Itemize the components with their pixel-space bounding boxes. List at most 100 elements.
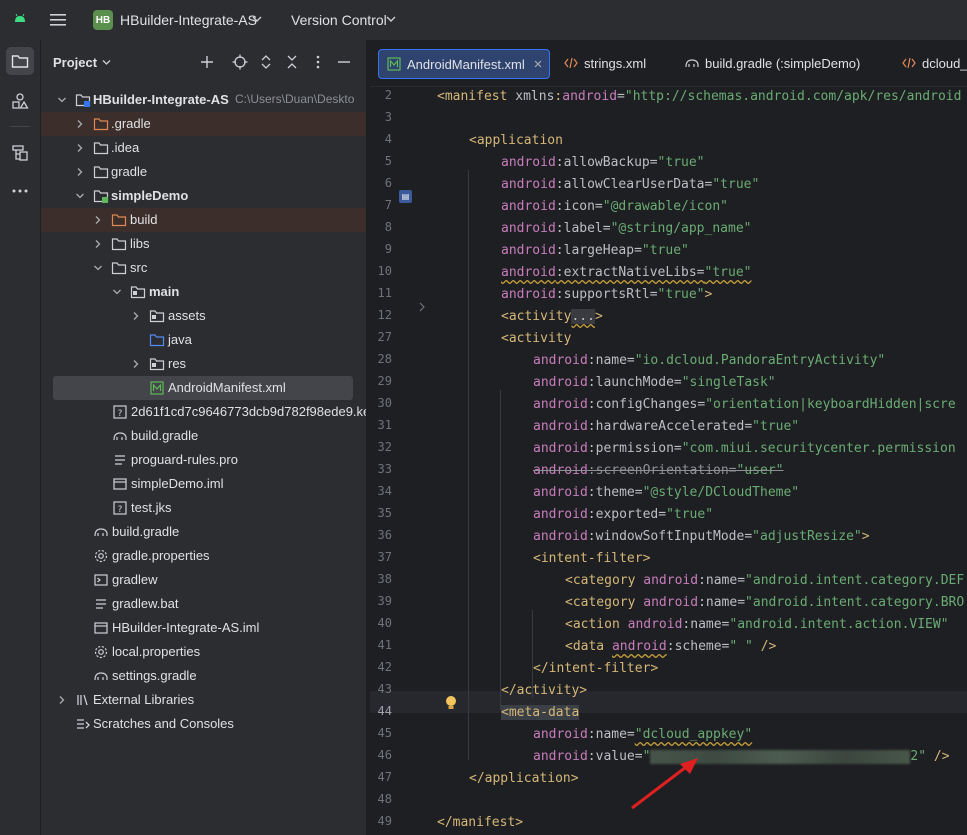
version-control-menu[interactable]: Version Control xyxy=(291,12,387,28)
android-resource-marker[interactable]: ▤ xyxy=(399,190,412,203)
chevron-down-icon[interactable] xyxy=(57,95,67,105)
code-line: <activity...> xyxy=(501,309,603,324)
tree-item-label: .idea xyxy=(111,140,140,155)
tree-item-gradle[interactable]: gradle xyxy=(41,160,366,184)
indent-guide xyxy=(500,390,501,710)
resource-folder-icon xyxy=(149,358,165,371)
expand-all-icon[interactable] xyxy=(258,54,274,70)
project-tool-button[interactable] xyxy=(6,47,34,75)
tree-item-libs[interactable]: libs xyxy=(41,232,366,256)
tree-item-label: test.jks xyxy=(131,500,172,515)
structure-tool-button[interactable] xyxy=(6,139,34,167)
code-line: <activity xyxy=(501,331,572,346)
tree-item-assets[interactable]: assets xyxy=(41,304,366,328)
chevron-right-icon[interactable] xyxy=(75,143,85,153)
code-editor[interactable]: AndroidManifest.xml strings.xml build.gr… xyxy=(370,40,967,835)
code-line: <application xyxy=(469,133,563,148)
gradle-elephant-icon xyxy=(94,528,108,537)
code-line: android:label="@string/app_name" xyxy=(501,221,752,236)
tab-build-gradle[interactable]: build.gradle (:simpleDemo) xyxy=(677,49,860,77)
line-number: 12 xyxy=(377,308,392,322)
tool-window-strip xyxy=(0,40,41,835)
chevron-down-icon[interactable] xyxy=(102,59,111,66)
more-horizontal-icon xyxy=(12,189,28,193)
tree-item-settings-gradle[interactable]: settings.gradle xyxy=(41,664,366,688)
project-name[interactable]: HBuilder-Integrate-AS xyxy=(120,12,257,28)
chevron-right-icon[interactable] xyxy=(131,311,141,321)
tree-item-build[interactable]: build xyxy=(41,208,366,232)
chevron-right-icon[interactable] xyxy=(131,359,141,369)
tree-item-module-build-gradle[interactable]: build.gradle xyxy=(41,424,366,448)
tab-dcloud[interactable]: dcloud_ xyxy=(894,49,967,77)
scratches-icon xyxy=(77,719,90,729)
line-number: 29 xyxy=(377,374,392,388)
tree-item-test-jks[interactable]: ? test.jks xyxy=(41,496,366,520)
lightbulb-icon[interactable] xyxy=(444,695,458,711)
tree-item-idea[interactable]: .idea xyxy=(41,136,366,160)
line-number: 48 xyxy=(377,792,392,806)
chevron-down-icon[interactable] xyxy=(386,15,396,23)
tree-item-java[interactable]: java xyxy=(41,328,366,352)
tree-item-gradlew[interactable]: gradlew xyxy=(41,568,366,592)
minimize-icon[interactable] xyxy=(336,54,352,70)
tree-item-gradle-properties[interactable]: gradle.properties xyxy=(41,544,366,568)
add-icon[interactable] xyxy=(199,54,215,70)
source-set-folder-icon xyxy=(130,286,146,299)
line-number: 8 xyxy=(384,220,392,234)
tree-item-scratches[interactable]: Scratches and Consoles xyxy=(41,712,366,736)
tree-item-main[interactable]: main xyxy=(41,280,366,304)
collapse-all-icon[interactable] xyxy=(284,54,300,70)
options-vertical-icon[interactable] xyxy=(310,54,326,70)
tree-item-label: settings.gradle xyxy=(112,668,197,683)
tab-strings-xml[interactable]: strings.xml xyxy=(556,49,646,77)
chevron-down-icon[interactable] xyxy=(252,15,262,23)
chevron-down-icon[interactable] xyxy=(112,287,122,297)
fold-chevron-right-icon[interactable] xyxy=(418,302,426,312)
line-number: 45 xyxy=(377,726,392,740)
tree-item-res[interactable]: res xyxy=(41,352,366,376)
tree-item-root-build-gradle[interactable]: build.gradle xyxy=(41,520,366,544)
code-line: <data android:scheme=" " /> xyxy=(565,639,777,654)
chevron-right-icon[interactable] xyxy=(75,167,85,177)
line-number: 27 xyxy=(377,330,392,344)
chevron-right-icon[interactable] xyxy=(57,695,67,705)
tree-item-gradlew-bat[interactable]: gradlew.bat xyxy=(41,592,366,616)
code-line: <intent-filter> xyxy=(533,551,651,566)
resource-manager-button[interactable] xyxy=(6,87,34,115)
iml-file-icon xyxy=(113,478,127,490)
code-line: android:allowBackup="true" xyxy=(501,155,705,170)
chevron-right-icon[interactable] xyxy=(93,215,103,225)
iml-file-icon xyxy=(94,622,108,634)
tree-item-proguard[interactable]: proguard-rules.pro xyxy=(41,448,366,472)
tree-item-androidmanifest[interactable]: AndroidManifest.xml xyxy=(53,376,353,400)
tree-item-local-properties[interactable]: local.properties xyxy=(41,640,366,664)
tree-item-simpledemo-iml[interactable]: simpleDemo.iml xyxy=(41,472,366,496)
close-icon[interactable] xyxy=(533,59,543,69)
code-token: "true" xyxy=(712,177,760,192)
code-line: </intent-filter> xyxy=(533,661,659,676)
chevron-down-icon[interactable] xyxy=(75,191,85,201)
tree-item-label: Scratches and Consoles xyxy=(93,716,234,731)
line-number: 42 xyxy=(377,660,392,674)
chevron-right-icon[interactable] xyxy=(75,119,85,129)
project-panel-title[interactable]: Project xyxy=(53,55,97,70)
locate-icon[interactable] xyxy=(232,54,248,70)
tree-item-key-file[interactable]: ? 2d61f1cd7c9646773dcb9d782f98ede9.ke xyxy=(41,400,370,424)
main-menu-icon[interactable] xyxy=(49,12,67,28)
tree-item-path: C:\Users\Duan\Deskto xyxy=(235,92,355,106)
tree-item-root[interactable]: HBuilder-Integrate-AS C:\Users\Duan\Desk… xyxy=(41,88,366,112)
tree-item-label: main xyxy=(149,284,180,299)
chevron-down-icon[interactable] xyxy=(93,263,103,273)
tree-item-src[interactable]: src xyxy=(41,256,366,280)
line-number: 38 xyxy=(377,572,392,586)
code-line: </application> xyxy=(469,771,579,786)
project-badge[interactable]: HB xyxy=(93,10,113,30)
line-number: 30 xyxy=(377,396,392,410)
tree-item-simpledemo[interactable]: simpleDemo xyxy=(41,184,366,208)
tree-item-gradle-cache[interactable]: .gradle xyxy=(41,112,366,136)
tree-item-external-libraries[interactable]: External Libraries xyxy=(41,688,366,712)
chevron-right-icon[interactable] xyxy=(93,239,103,249)
more-tools-button[interactable] xyxy=(6,177,34,205)
tree-item-project-iml[interactable]: HBuilder-Integrate-AS.iml xyxy=(41,616,366,640)
tab-androidmanifest[interactable]: AndroidManifest.xml xyxy=(378,49,550,79)
